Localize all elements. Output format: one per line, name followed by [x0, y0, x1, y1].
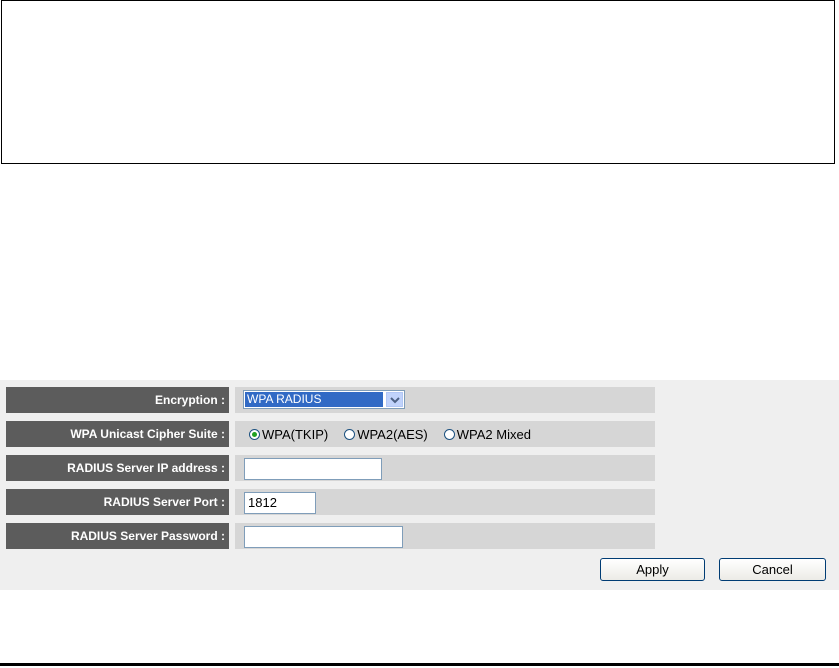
radius-password-input[interactable]: [244, 526, 403, 548]
radius-port-value-cell: 1812: [235, 489, 655, 515]
radius-port-input[interactable]: 1812: [244, 492, 316, 514]
radio-button[interactable]: [443, 428, 455, 440]
radio-option-wpa2-aes[interactable]: WPA2(AES): [344, 427, 428, 442]
radius-password-value-cell: [235, 523, 655, 549]
apply-button[interactable]: Apply: [600, 558, 705, 581]
radio-button-checked[interactable]: [249, 428, 260, 440]
radio-label: WPA2(AES): [357, 426, 428, 442]
empty-frame-box: [1, 0, 835, 164]
radio-option-wpa2-mixed[interactable]: WPA2 Mixed: [443, 426, 531, 442]
encryption-label: Encryption :: [6, 387, 229, 413]
bottom-divider: [0, 663, 839, 666]
cancel-button[interactable]: Cancel: [719, 558, 826, 581]
radio-label: WPA2 Mixed: [456, 426, 531, 442]
encryption-select[interactable]: WPA RADIUS: [243, 390, 405, 409]
radio-option-wpa-tkip[interactable]: WPA(TKIP): [249, 427, 328, 442]
radio-button[interactable]: [344, 428, 356, 440]
cipher-suite-label: WPA Unicast Cipher Suite :: [6, 421, 229, 447]
radius-ip-label: RADIUS Server IP address :: [6, 455, 229, 481]
cipher-suite-radio-group: WPA(TKIP) WPA2(AES) WPA2 Mixed: [249, 421, 547, 447]
wireless-security-panel: Encryption : WPA RADIUS WPA Unicast Ciph…: [0, 380, 839, 590]
radio-label: WPA(TKIP): [262, 426, 329, 442]
cipher-suite-value-cell: WPA(TKIP) WPA2(AES) WPA2 Mixed: [235, 421, 655, 447]
encryption-selected-value: WPA RADIUS: [245, 392, 383, 407]
radius-ip-value-cell: [235, 455, 655, 481]
radius-password-label: RADIUS Server Password :: [6, 523, 229, 549]
encryption-value-cell: WPA RADIUS: [235, 387, 655, 413]
dropdown-arrow-button[interactable]: [386, 392, 403, 407]
chevron-down-icon: [390, 397, 400, 404]
radius-ip-input[interactable]: [244, 458, 382, 480]
radius-port-label: RADIUS Server Port :: [6, 489, 229, 515]
